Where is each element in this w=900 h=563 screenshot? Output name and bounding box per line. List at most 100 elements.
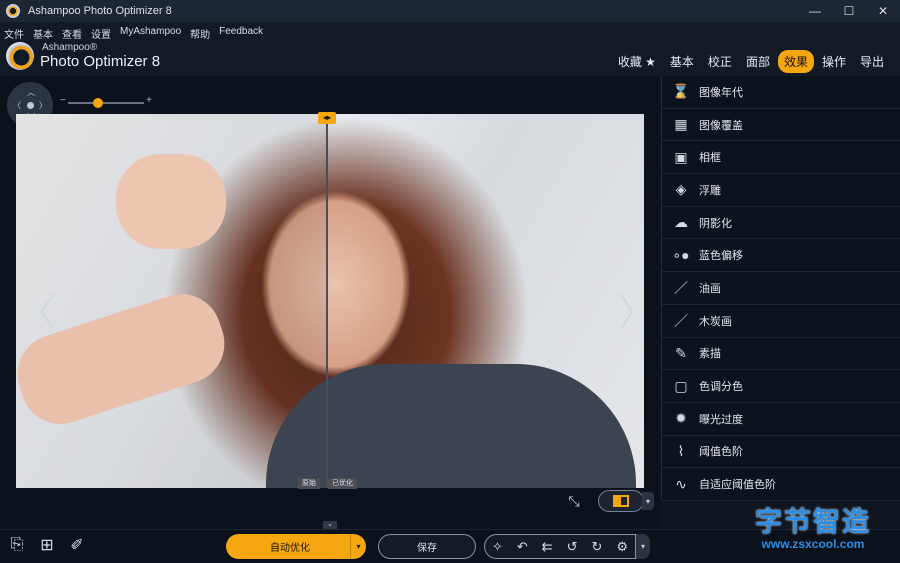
effect-label: 相框 bbox=[699, 152, 721, 165]
photo-hand bbox=[116, 154, 226, 249]
shrink-view-icon[interactable]: ⤡ bbox=[560, 489, 588, 513]
split-handle[interactable]: ◂▸ bbox=[318, 112, 336, 124]
edit-tools: ✧ ↶ ⇇ ↺ ↻ ⚙ bbox=[484, 534, 636, 559]
site-watermark: 字节智造 www.zsxcool.com bbox=[728, 500, 898, 551]
zoom-knob[interactable] bbox=[93, 98, 104, 108]
magic-wand-icon[interactable]: ✧ bbox=[492, 539, 503, 555]
effect-item[interactable]: ∿ 自适应阈值色阶 bbox=[662, 468, 900, 501]
clean-brush-icon[interactable]: ✐ bbox=[66, 534, 88, 556]
effect-item[interactable]: ◈ 浮雕 bbox=[662, 174, 900, 207]
menu-basic[interactable]: 基本 bbox=[33, 26, 53, 41]
tone-icon: ▢ bbox=[674, 377, 688, 394]
next-image-icon[interactable]: 〉 bbox=[618, 282, 656, 337]
tab-operations[interactable]: 操作 bbox=[816, 50, 852, 73]
tab-favorites[interactable]: 收藏 ★ bbox=[612, 50, 662, 73]
add-file-icon[interactable]: ⎘ bbox=[6, 534, 28, 556]
minimize-button[interactable]: — bbox=[798, 0, 832, 22]
tab-correction[interactable]: 校正 bbox=[702, 50, 738, 73]
auto-optimize-dropdown[interactable]: ▾ bbox=[350, 534, 366, 559]
watermark-text: 字节智造 bbox=[755, 507, 871, 537]
menu-settings[interactable]: 设置 bbox=[91, 26, 111, 41]
auto-optimize-button[interactable]: 自动优化 bbox=[226, 534, 354, 559]
watermark-url: www.zsxcool.com bbox=[761, 537, 865, 551]
save-button[interactable]: 保存 bbox=[378, 534, 476, 559]
zoom-track[interactable] bbox=[68, 102, 144, 104]
effects-panel: ⌛ 图像年代 ▦ 图像覆盖 ▣ 相框 ◈ 浮雕 ☁ 阴影化 ∘● 蓝色偏移 ／ 油画 ／ 木炭画 ✎ 素描 ▢ 色调分… bbox=[661, 76, 900, 501]
effect-item[interactable]: ⌇ 阈值色阶 bbox=[662, 436, 900, 469]
photo-shirt bbox=[266, 364, 636, 488]
effect-label: 素描 bbox=[699, 348, 721, 361]
tab-effects[interactable]: 效果 bbox=[777, 50, 814, 73]
effect-item[interactable]: ∘● 蓝色偏移 bbox=[662, 239, 900, 273]
window-controls: — ☐ ✕ bbox=[798, 0, 900, 22]
split-divider[interactable] bbox=[326, 114, 328, 488]
effect-label: 自适应阈值色阶 bbox=[699, 479, 776, 492]
app-header: 文件 基本 查看 设置 MyAshampoo 帮助 Feedback Asham… bbox=[0, 22, 900, 76]
charcoal-icon: ／ bbox=[674, 312, 688, 329]
overexposure-icon: ✹ bbox=[675, 410, 687, 427]
effect-item[interactable]: ／ 木炭画 bbox=[662, 305, 900, 338]
pan-up-icon[interactable]: ︿ bbox=[27, 87, 35, 98]
menu-file[interactable]: 文件 bbox=[4, 26, 24, 41]
rotate-left-icon[interactable]: ↺ bbox=[567, 539, 578, 555]
label-optimized: 已优化 bbox=[328, 478, 357, 489]
pencil-icon: ✎ bbox=[675, 344, 687, 361]
effect-label: 浮雕 bbox=[699, 184, 721, 197]
category-nav: 收藏 ★ 基本 校正 面部 效果 操作 导出 bbox=[612, 50, 890, 73]
effect-label: 油画 bbox=[699, 282, 721, 295]
effect-label: 蓝色偏移 bbox=[699, 250, 743, 263]
edit-tools-dropdown[interactable]: ▾ bbox=[636, 534, 650, 559]
compare-view-dropdown[interactable]: ▾ bbox=[642, 492, 654, 510]
menu-myashampoo[interactable]: MyAshampoo bbox=[120, 26, 181, 41]
close-button[interactable]: ✕ bbox=[866, 0, 900, 22]
collapse-filmstrip-icon[interactable]: ⌄ bbox=[323, 521, 337, 529]
brand-product: Photo Optimizer 8 bbox=[40, 53, 161, 70]
effect-item[interactable]: ☁ 阴影化 bbox=[662, 207, 900, 240]
effect-item[interactable]: ▢ 色调分色 bbox=[662, 370, 900, 403]
brush-icon: ／ bbox=[674, 279, 688, 296]
zoom-out-icon[interactable]: − bbox=[60, 95, 66, 106]
effect-label: 木炭画 bbox=[699, 315, 732, 328]
effect-item[interactable]: ⌛ 图像年代 bbox=[662, 76, 900, 109]
effect-label: 阈值色阶 bbox=[699, 446, 743, 459]
effect-label: 图像年代 bbox=[699, 86, 743, 99]
previous-image-icon[interactable]: 〈 bbox=[18, 282, 56, 337]
frame-icon: ▣ bbox=[674, 148, 688, 165]
effect-item[interactable]: ✹ 曝光过度 bbox=[662, 403, 900, 436]
tab-basic[interactable]: 基本 bbox=[664, 50, 700, 73]
brand-company: Ashampoo® bbox=[42, 42, 98, 53]
effect-item[interactable]: ▦ 图像覆盖 bbox=[662, 109, 900, 142]
photo-preview bbox=[16, 114, 644, 488]
pan-center-icon[interactable] bbox=[26, 101, 34, 109]
effect-item[interactable]: ✎ 素描 bbox=[662, 338, 900, 371]
menu-help[interactable]: 帮助 bbox=[190, 26, 210, 41]
rotate-right-icon[interactable]: ↻ bbox=[591, 539, 602, 555]
settings-gear-icon[interactable]: ⚙ bbox=[616, 539, 628, 555]
effect-item[interactable]: ／ 油画 bbox=[662, 272, 900, 305]
emboss-icon: ◈ bbox=[675, 181, 687, 198]
app-logo-icon bbox=[6, 4, 20, 18]
effect-label: 图像覆盖 bbox=[699, 119, 743, 132]
adaptive-threshold-icon: ∿ bbox=[675, 475, 687, 492]
pan-right-icon[interactable]: 〉 bbox=[39, 100, 47, 111]
undo-icon[interactable]: ↶ bbox=[517, 539, 528, 555]
threshold-icon: ⌇ bbox=[677, 442, 685, 459]
pan-left-icon[interactable]: 〈 bbox=[13, 100, 21, 111]
undo-all-icon[interactable]: ⇇ bbox=[542, 539, 553, 555]
hourglass-icon: ⌛ bbox=[672, 83, 690, 100]
tab-face[interactable]: 面部 bbox=[740, 50, 776, 73]
tab-export[interactable]: 导出 bbox=[854, 50, 890, 73]
blue-shift-icon: ∘● bbox=[672, 246, 690, 263]
menu-feedback[interactable]: Feedback bbox=[219, 26, 263, 41]
maximize-button[interactable]: ☐ bbox=[832, 0, 866, 22]
view-tools: ⤡ ▾ bbox=[560, 489, 654, 513]
zoom-in-icon[interactable]: + bbox=[146, 95, 152, 106]
image-overlay-icon: ▦ bbox=[674, 116, 688, 133]
compare-view-button[interactable] bbox=[598, 490, 644, 512]
menu-view[interactable]: 查看 bbox=[62, 26, 82, 41]
image-viewer: ︿ ﹀ 〈 〉 − + ◂▸ 原始 已优化 〈 〉 ⤡ ▾ bbox=[0, 76, 660, 529]
add-folder-icon[interactable]: ⊞ bbox=[36, 534, 58, 556]
effect-item[interactable]: ▣ 相框 bbox=[662, 141, 900, 175]
zoom-slider[interactable]: − + bbox=[60, 95, 152, 108]
effect-label: 曝光过度 bbox=[699, 413, 743, 426]
